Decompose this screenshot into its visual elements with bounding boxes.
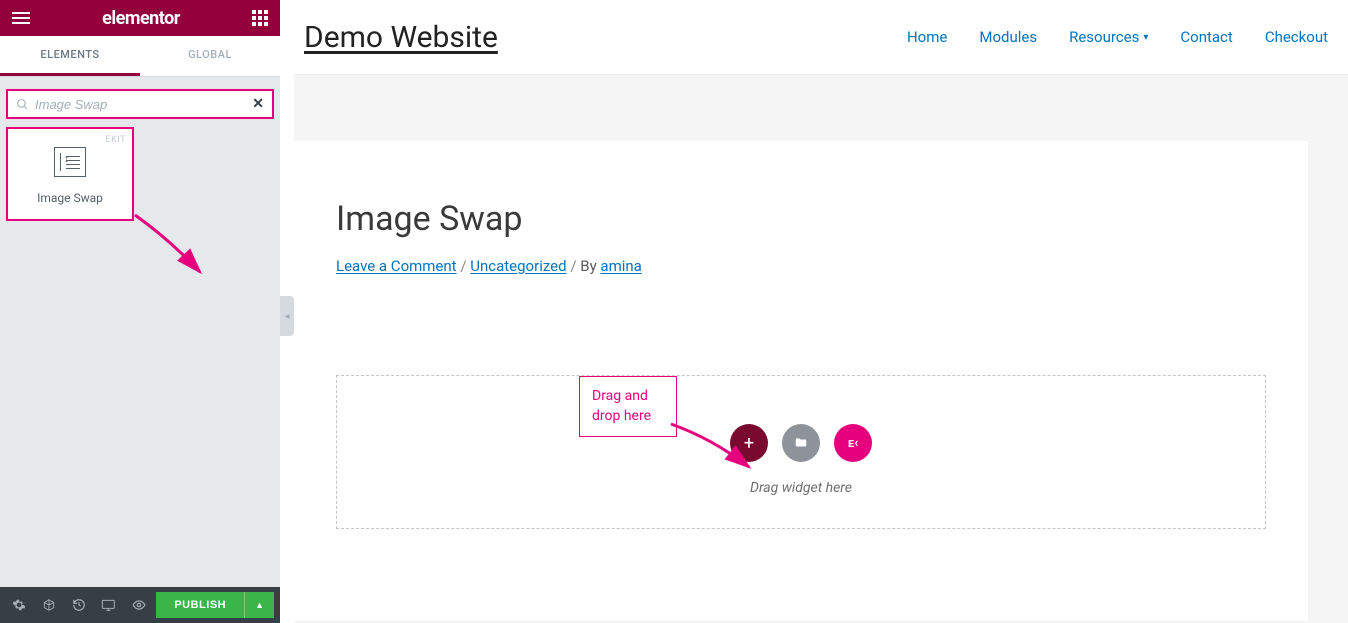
bottom-bar: PUBLISH ▲	[0, 587, 280, 623]
menu-icon[interactable]	[12, 12, 30, 24]
search-icon	[16, 98, 29, 111]
meta-separator: /	[570, 257, 580, 275]
widget-badge: EKIT	[106, 135, 126, 145]
meta-separator: /	[460, 257, 470, 275]
annotation-arrow-1	[130, 210, 220, 300]
tab-elements[interactable]: ELEMENTS	[0, 36, 140, 76]
template-library-button[interactable]	[782, 424, 820, 462]
search-container: ✕	[0, 77, 280, 127]
navigator-icon[interactable]	[36, 591, 62, 619]
chevron-down-icon: ▾	[1143, 32, 1148, 43]
tab-global[interactable]: GLOBAL	[140, 36, 280, 76]
nav-resources-label: Resources	[1069, 28, 1139, 46]
by-label: By	[580, 257, 596, 275]
nav-contact[interactable]: Contact	[1180, 28, 1232, 46]
search-input[interactable]	[35, 97, 252, 112]
widget-image-swap[interactable]: EKIT ↕ Image Swap	[6, 127, 134, 221]
site-title[interactable]: Demo Website	[304, 20, 498, 55]
widget-label: Image Swap	[16, 191, 124, 205]
clear-search-icon[interactable]: ✕	[252, 96, 264, 112]
add-section-button[interactable]: +	[730, 424, 768, 462]
primary-nav: Home Modules Resources ▾ Contact Checkout	[907, 28, 1328, 46]
publish-dropdown[interactable]: ▲	[244, 592, 274, 618]
responsive-icon[interactable]	[96, 591, 122, 619]
callout-line2: drop here	[592, 407, 664, 427]
folder-icon	[793, 436, 809, 450]
nav-modules[interactable]: Modules	[979, 28, 1037, 46]
sidebar-header: elementor	[0, 0, 280, 36]
ekit-icon: ᴇ‹	[848, 435, 859, 451]
widget-list: EKIT ↕ Image Swap	[0, 127, 280, 221]
settings-icon[interactable]	[6, 591, 32, 619]
preview-area: Demo Website Home Modules Resources ▾ Con…	[294, 0, 1348, 623]
leave-comment-link[interactable]: Leave a Comment	[336, 257, 457, 275]
nav-home[interactable]: Home	[907, 28, 947, 46]
author-link[interactable]: amina	[600, 257, 641, 275]
image-swap-icon: ↕	[54, 147, 86, 177]
content-area: Image Swap Leave a Comment / Uncategoriz…	[294, 141, 1308, 621]
dropzone-hint: Drag widget here	[337, 480, 1265, 496]
publish-button[interactable]: PUBLISH	[156, 592, 244, 618]
brand-title: elementor	[102, 8, 180, 29]
page-title: Image Swap	[336, 199, 1266, 239]
publish-group: PUBLISH ▲	[156, 592, 274, 618]
sidebar-tabs: ELEMENTS GLOBAL	[0, 36, 280, 77]
search-box: ✕	[6, 89, 274, 119]
ekit-button[interactable]: ᴇ‹	[834, 424, 872, 462]
post-meta: Leave a Comment / Uncategorized / By ami…	[336, 257, 1266, 275]
plus-icon: +	[744, 433, 754, 454]
apps-icon[interactable]	[252, 10, 268, 26]
elementor-dropzone[interactable]: + ᴇ‹ Drag widget here	[336, 375, 1266, 529]
dropzone-buttons: + ᴇ‹	[337, 424, 1265, 462]
collapse-sidebar-handle[interactable]: ◂	[280, 296, 294, 336]
nav-resources[interactable]: Resources ▾	[1069, 28, 1148, 46]
category-link[interactable]: Uncategorized	[470, 257, 566, 275]
callout-line1: Drag and	[592, 387, 664, 407]
preview-icon[interactable]	[126, 591, 152, 619]
history-icon[interactable]	[66, 591, 92, 619]
annotation-callout: Drag and drop here	[579, 376, 677, 437]
elementor-sidebar: elementor ELEMENTS GLOBAL ✕ EKIT ↕ Image…	[0, 0, 280, 623]
nav-checkout[interactable]: Checkout	[1265, 28, 1328, 46]
site-header: Demo Website Home Modules Resources ▾ Con…	[294, 0, 1348, 75]
